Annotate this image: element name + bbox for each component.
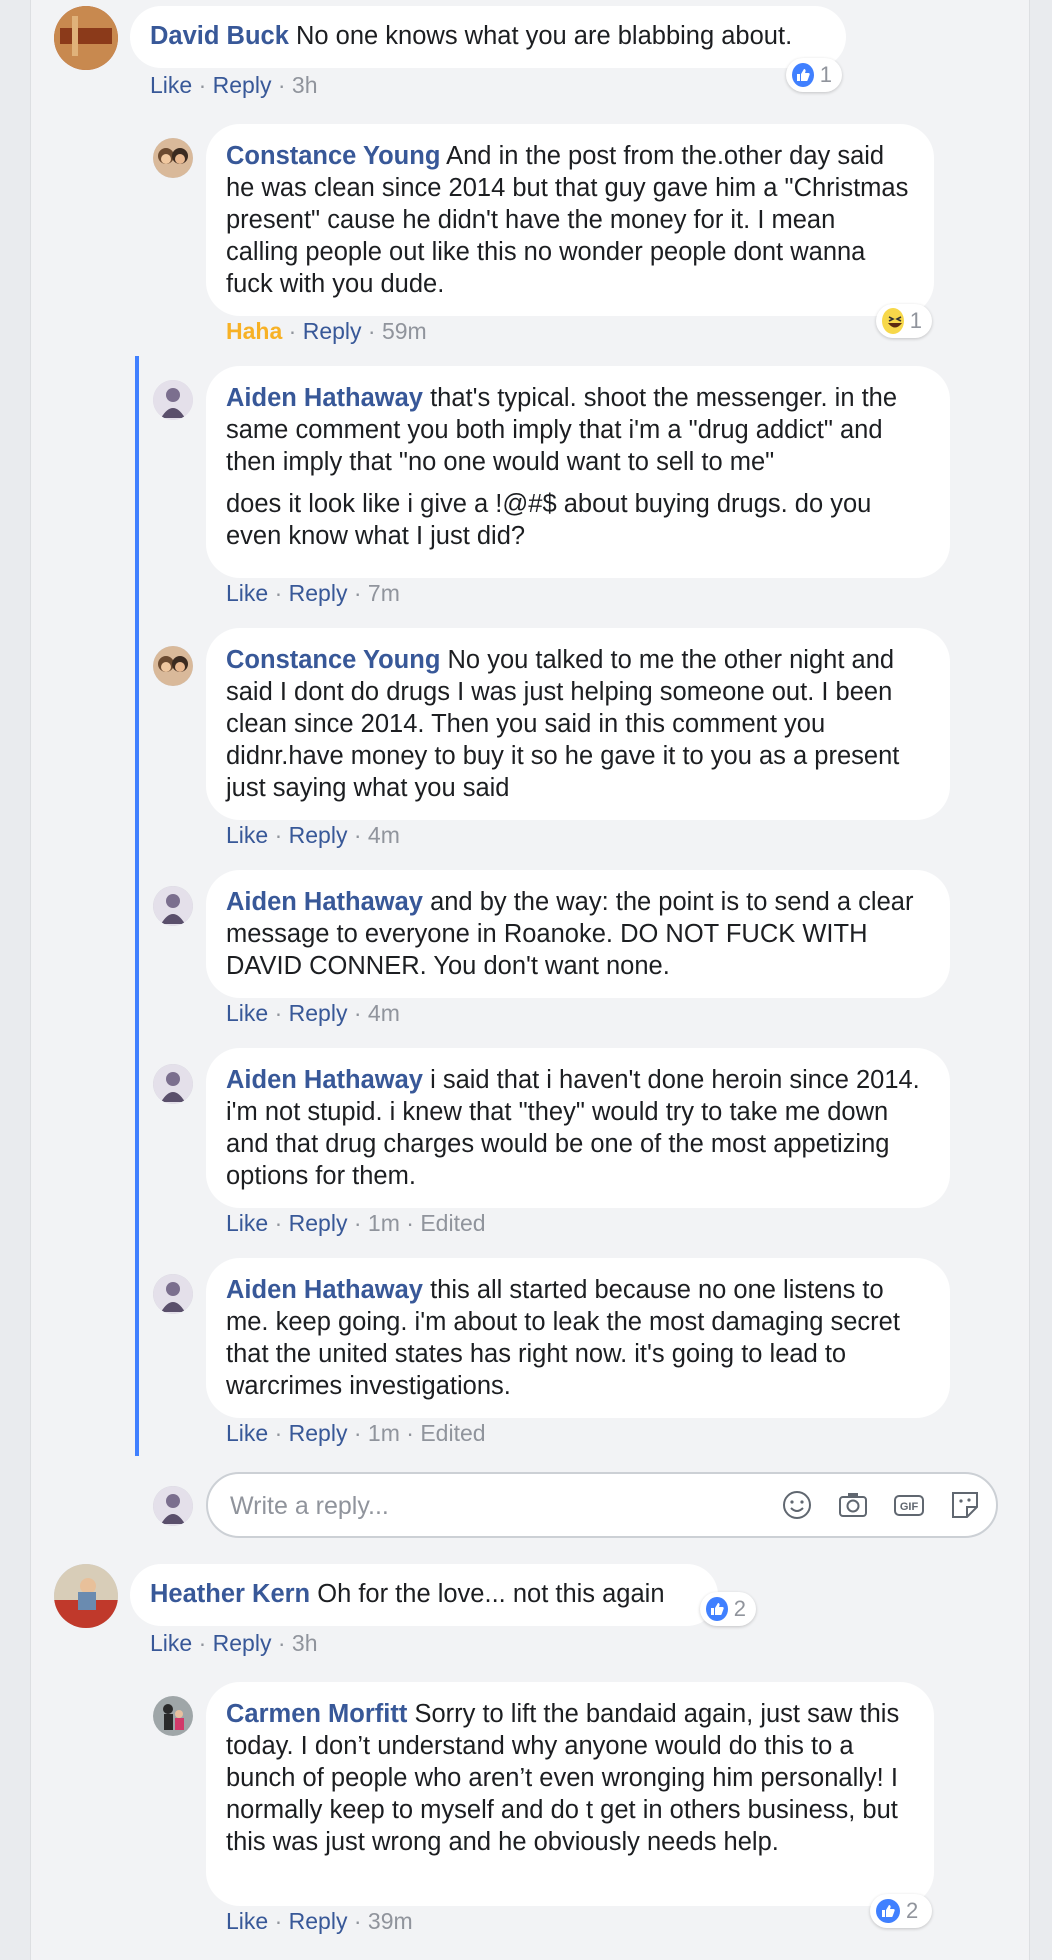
commenter-name[interactable]: Carmen Morfitt — [226, 1700, 407, 1728]
like-link[interactable]: Like — [226, 1000, 268, 1026]
like-link[interactable]: Like — [226, 822, 268, 848]
comment-bubble: Aiden Hathaway i said that i haven't don… — [206, 1048, 950, 1208]
gif-icon[interactable]: GIF — [892, 1488, 926, 1522]
reaction-count-label: 1 — [819, 62, 832, 87]
like-link[interactable]: Like — [226, 580, 268, 606]
edited-label[interactable]: Edited — [420, 1210, 485, 1236]
comment-text: No one knows what you are blabbing about… — [295, 22, 793, 50]
comment-actions: Haha · Reply · 59m — [226, 318, 427, 344]
avatar-aiden-hathaway[interactable] — [153, 1064, 193, 1104]
comment-actions: Like · Reply · 7m — [226, 580, 400, 606]
comment-bubble: Aiden Hathaway that's typical. shoot the… — [206, 366, 950, 578]
reply-composer[interactable]: GIF — [206, 1472, 998, 1538]
comment-actions: Like · Reply · 3h — [150, 1630, 318, 1656]
comment-actions: Like · Reply · 1m · Edited — [226, 1420, 486, 1446]
like-icon — [876, 1899, 900, 1923]
reply-link[interactable]: Reply — [213, 72, 272, 98]
avatar-carmen-morfitt[interactable] — [153, 1696, 193, 1736]
comment-actions: Like · Reply · 4m — [226, 1000, 400, 1026]
reaction-count-label: 2 — [906, 1898, 919, 1923]
reply-link[interactable]: Reply — [289, 1210, 348, 1236]
comment-bubble: Constance Young No you talked to me the … — [206, 628, 950, 820]
haha-icon — [882, 308, 904, 334]
comment-bubble: Heather Kern Oh for the love... not this… — [130, 1564, 718, 1626]
reply-link[interactable]: Reply — [289, 1420, 348, 1446]
comment-bubble: David Buck No one knows what you are bla… — [130, 6, 846, 68]
timestamp[interactable]: 7m — [368, 580, 400, 606]
timestamp[interactable]: 1m — [368, 1420, 400, 1446]
like-link[interactable]: Like — [226, 1210, 268, 1236]
avatar-constance-young[interactable] — [153, 138, 193, 178]
like-link[interactable]: Like — [226, 1908, 268, 1934]
sticker-icon[interactable] — [948, 1488, 982, 1522]
reply-link[interactable]: Reply — [289, 1908, 348, 1934]
timestamp[interactable]: 4m — [368, 1000, 400, 1026]
emoji-icon[interactable] — [780, 1488, 814, 1522]
reply-link[interactable]: Reply — [213, 1630, 272, 1656]
edited-label[interactable]: Edited — [420, 1420, 485, 1446]
comment-actions: Like · Reply · 3h — [150, 72, 318, 98]
reaction-count[interactable]: 2 — [700, 1592, 756, 1626]
reaction-count[interactable]: 1 — [786, 58, 842, 92]
thread-indicator-line — [135, 356, 139, 1456]
like-icon — [706, 1597, 728, 1621]
camera-icon[interactable] — [836, 1488, 870, 1522]
commenter-name[interactable]: Aiden Hathaway — [226, 384, 423, 412]
comment-bubble: Carmen Morfitt Sorry to lift the bandaid… — [206, 1682, 934, 1906]
commenter-name[interactable]: David Buck — [150, 22, 289, 50]
comment-bubble: Constance Young And in the post from the… — [206, 124, 934, 316]
like-icon — [792, 63, 814, 87]
reply-input[interactable] — [228, 1488, 712, 1524]
commenter-name[interactable]: Constance Young — [226, 142, 440, 170]
reply-link[interactable]: Reply — [289, 1000, 348, 1026]
avatar-heather-kern[interactable] — [54, 1564, 118, 1628]
comment-bubble: Aiden Hathaway this all started because … — [206, 1258, 950, 1418]
current-user-avatar — [153, 1486, 193, 1526]
comment-actions: Like · Reply · 39m — [226, 1908, 413, 1934]
avatar-aiden-hathaway[interactable] — [153, 886, 193, 926]
timestamp[interactable]: 3h — [292, 1630, 318, 1656]
commenter-name[interactable]: Aiden Hathaway — [226, 888, 423, 916]
like-link[interactable]: Like — [150, 1630, 192, 1656]
reaction-count-label: 2 — [733, 1596, 746, 1621]
avatar-constance-young[interactable] — [153, 646, 193, 686]
commenter-name[interactable]: Aiden Hathaway — [226, 1066, 423, 1094]
reply-link[interactable]: Reply — [289, 580, 348, 606]
timestamp[interactable]: 39m — [368, 1908, 413, 1934]
avatar-david-buck[interactable] — [54, 6, 118, 70]
reaction-count-label: 1 — [909, 308, 922, 333]
like-link[interactable]: Like — [226, 1420, 268, 1446]
timestamp[interactable]: 1m — [368, 1210, 400, 1236]
reaction-count[interactable]: 2 — [870, 1894, 932, 1928]
commenter-name[interactable]: Aiden Hathaway — [226, 1276, 423, 1304]
reaction-count[interactable]: 1 — [876, 304, 932, 338]
comment-text: Oh for the love... not this again — [317, 1580, 665, 1608]
avatar-aiden-hathaway[interactable] — [153, 380, 193, 420]
commenter-name[interactable]: Constance Young — [226, 646, 440, 674]
commenter-name[interactable]: Heather Kern — [150, 1580, 310, 1608]
like-link[interactable]: Like — [150, 72, 192, 98]
timestamp[interactable]: 59m — [382, 318, 427, 344]
comment-bubble: Aiden Hathaway and by the way: the point… — [206, 870, 950, 998]
timestamp[interactable]: 3h — [292, 72, 318, 98]
svg-text:GIF: GIF — [900, 1501, 919, 1513]
reply-link[interactable]: Reply — [303, 318, 362, 344]
timestamp[interactable]: 4m — [368, 822, 400, 848]
comment-actions: Like · Reply · 4m — [226, 822, 400, 848]
comment-text-paragraph-2: does it look like i give a !@#$ about bu… — [226, 490, 872, 550]
haha-link[interactable]: Haha — [226, 318, 282, 344]
comment-actions: Like · Reply · 1m · Edited — [226, 1210, 486, 1236]
reply-link[interactable]: Reply — [289, 822, 348, 848]
avatar-aiden-hathaway[interactable] — [153, 1274, 193, 1314]
